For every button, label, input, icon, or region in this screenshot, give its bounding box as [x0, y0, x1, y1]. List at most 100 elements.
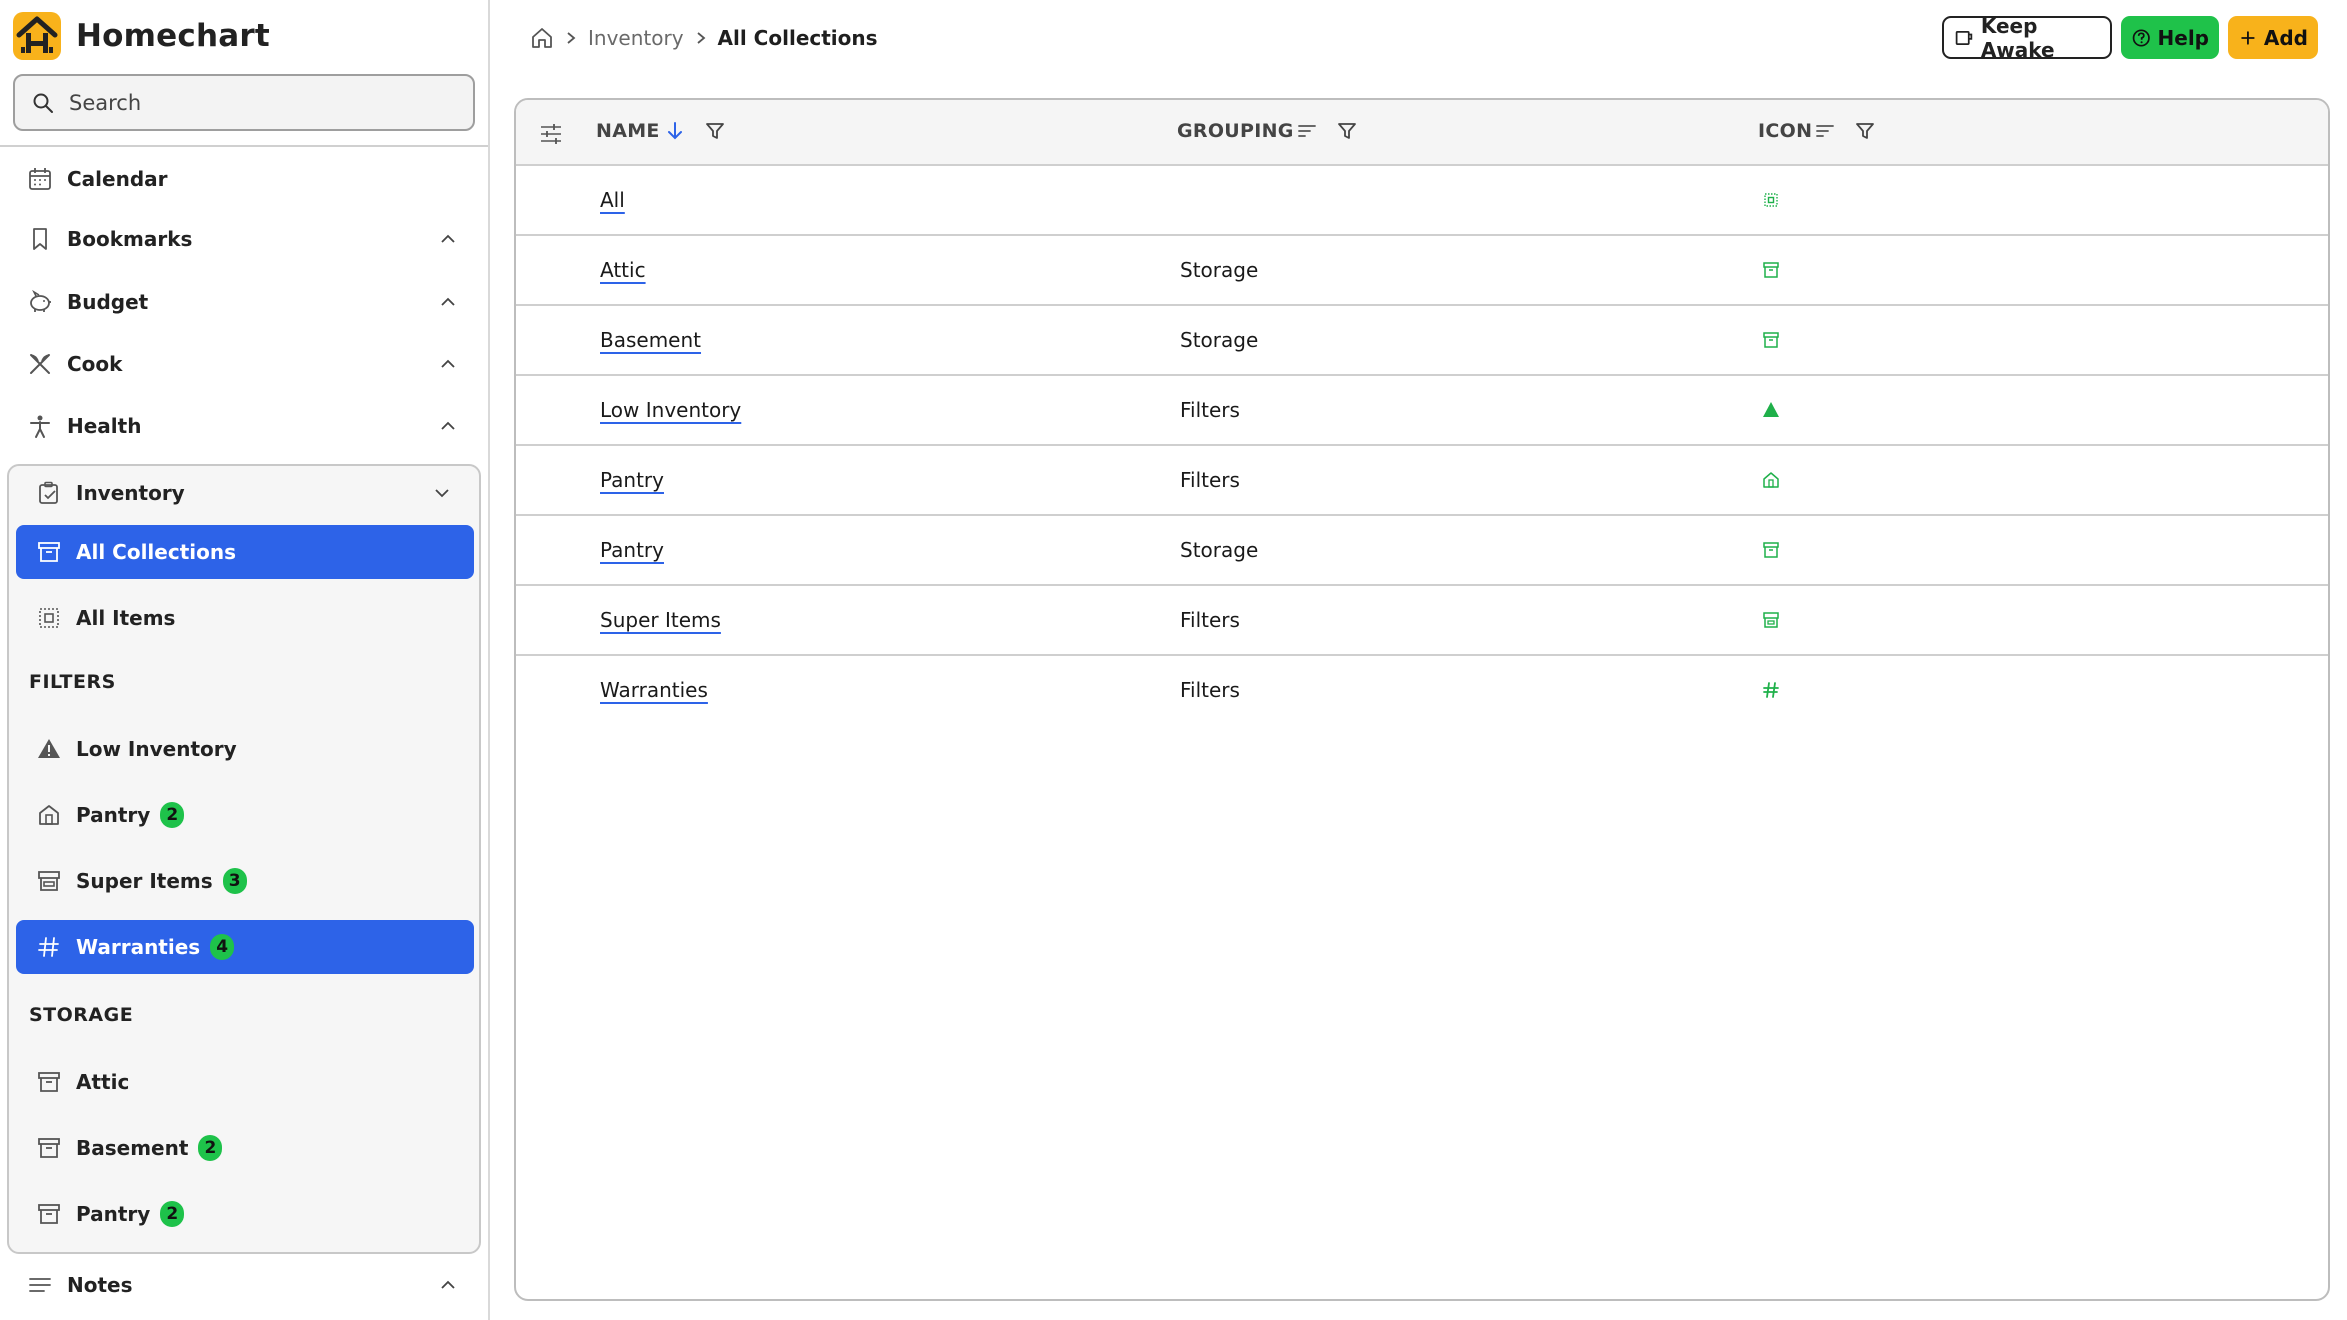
chevron-up-icon[interactable]: [438, 292, 458, 312]
sidebar-item-budget[interactable]: Budget: [0, 274, 488, 330]
sidebar-item-label: Notes: [67, 1273, 133, 1297]
count-badge: 4: [210, 934, 235, 960]
sidebar-item-label: Budget: [67, 290, 149, 314]
sidebar-item-label: All Collections: [76, 540, 236, 564]
collection-name-link[interactable]: Attic: [600, 258, 646, 282]
keep-awake-button[interactable]: Keep Awake: [1942, 13, 2112, 62]
help-circle-icon: [2132, 28, 2150, 47]
sidebar-item-label: All Items: [76, 606, 176, 630]
archive-icon: [36, 1135, 62, 1161]
table-row[interactable]: Super Items Filters: [516, 586, 2328, 656]
sidebar-item-label: Bookmarks: [67, 227, 193, 251]
column-label-grouping: GROUPING: [1177, 120, 1294, 142]
collection-name-link[interactable]: Basement: [600, 328, 701, 352]
sidebar-item-label: Pantry: [76, 803, 151, 827]
collection-name-link[interactable]: Low Inventory: [600, 398, 741, 422]
sidebar-item-label: Low Inventory: [76, 737, 237, 761]
archive-icon: [1763, 542, 1779, 558]
collection-grouping: Filters: [1180, 398, 1240, 422]
filter-icon[interactable]: [1336, 120, 1358, 142]
column-label-icon: ICON: [1758, 120, 1813, 142]
warning-icon: [36, 736, 62, 762]
brand[interactable]: Homechart: [12, 10, 270, 62]
table-row[interactable]: Warranties Filters: [516, 656, 2328, 726]
table-row[interactable]: Attic Storage: [516, 236, 2328, 306]
sidebar-item-notes[interactable]: Notes: [0, 1257, 488, 1313]
sidebar-item-cook[interactable]: Cook: [0, 336, 488, 392]
table-row[interactable]: All: [516, 166, 2328, 236]
app-title: Homechart: [76, 18, 270, 54]
help-button[interactable]: Help: [2121, 16, 2219, 59]
sidebar-item-calendar[interactable]: Calendar: [0, 151, 488, 207]
grid-icon: [36, 605, 62, 631]
column-header-icon[interactable]: ICON: [1758, 120, 1876, 142]
add-label: Add: [2263, 25, 2308, 50]
home-icon[interactable]: [530, 26, 554, 50]
storage-heading: STORAGE: [29, 1004, 134, 1026]
chevron-up-icon[interactable]: [438, 416, 458, 436]
inventory-panel: Inventory All Collections All Items FILT…: [7, 464, 481, 1254]
add-button[interactable]: Add: [2228, 16, 2318, 59]
sort-icon[interactable]: [1814, 120, 1836, 142]
count-badge: 2: [198, 1135, 223, 1161]
sidebar-item-label: Super Items: [76, 869, 213, 893]
search-box[interactable]: [13, 74, 475, 131]
collection-grouping: Storage: [1180, 538, 1259, 562]
sidebar-item-bookmarks[interactable]: Bookmarks: [0, 211, 488, 267]
count-badge: 2: [160, 1201, 185, 1227]
sidebar-item-attic[interactable]: Attic: [16, 1055, 474, 1109]
table-row[interactable]: Pantry Filters: [516, 446, 2328, 516]
collection-name-link[interactable]: Pantry: [600, 468, 664, 492]
collection-name-link[interactable]: All: [600, 188, 625, 212]
column-settings-icon[interactable]: [538, 121, 564, 147]
sidebar-item-basement[interactable]: Basement 2: [16, 1121, 474, 1175]
column-header-name[interactable]: NAME: [596, 120, 726, 142]
table-row[interactable]: Basement Storage: [516, 306, 2328, 376]
chevron-up-icon[interactable]: [438, 354, 458, 374]
table-row[interactable]: Low Inventory Filters: [516, 376, 2328, 446]
archive-icon: [1763, 262, 1779, 278]
chevron-up-icon[interactable]: [438, 1275, 458, 1295]
sort-icon[interactable]: [1296, 120, 1318, 142]
table-row[interactable]: Pantry Storage: [516, 516, 2328, 586]
sidebar-item-pantry-filter[interactable]: Pantry 2: [16, 788, 474, 842]
collection-name-link[interactable]: Warranties: [600, 678, 708, 702]
house-icon: [1763, 472, 1779, 488]
filter-icon[interactable]: [1854, 120, 1876, 142]
archive-icon: [36, 1069, 62, 1095]
coffee-cup-icon: [1955, 30, 1973, 45]
sidebar-item-all-collections[interactable]: All Collections: [16, 525, 474, 579]
chevron-down-icon[interactable]: [432, 483, 452, 503]
chevron-up-icon[interactable]: [438, 229, 458, 249]
sidebar-item-pantry-storage[interactable]: Pantry 2: [16, 1187, 474, 1241]
store-icon: [36, 868, 62, 894]
help-label: Help: [2157, 25, 2209, 50]
calendar-icon: [27, 166, 53, 192]
breadcrumb: Inventory All Collections: [530, 22, 878, 54]
sidebar-item-label: Pantry: [76, 1202, 151, 1226]
collection-name-link[interactable]: Pantry: [600, 538, 664, 562]
sort-descending-arrow-icon[interactable]: [664, 120, 686, 142]
keep-awake-label: Keep Awake: [1980, 13, 2055, 62]
filter-icon[interactable]: [704, 120, 726, 142]
archive-icon: [36, 1201, 62, 1227]
bookmark-icon: [27, 226, 53, 252]
sidebar-item-super-items[interactable]: Super Items 3: [16, 854, 474, 908]
sidebar-item-label: Warranties: [76, 935, 201, 959]
sidebar-item-all-items[interactable]: All Items: [16, 591, 474, 645]
search-input[interactable]: [69, 90, 449, 115]
sidebar-item-health[interactable]: Health: [0, 398, 488, 454]
grid-icon: [1764, 193, 1778, 207]
sidebar-item-label: Calendar: [67, 167, 168, 191]
sidebar-item-inventory[interactable]: Inventory: [16, 466, 474, 520]
column-header-grouping[interactable]: GROUPING: [1177, 120, 1358, 142]
sidebar-item-low-inventory[interactable]: Low Inventory: [16, 722, 474, 776]
collection-name-link[interactable]: Super Items: [600, 608, 721, 632]
filters-heading: FILTERS: [29, 671, 116, 693]
collection-grouping: Filters: [1180, 678, 1240, 702]
chevron-right-icon: [696, 32, 705, 44]
sidebar-item-warranties[interactable]: Warranties 4: [16, 920, 474, 974]
person-icon: [27, 413, 53, 439]
sidebar-item-label: Attic: [76, 1070, 130, 1094]
breadcrumb-inventory[interactable]: Inventory: [588, 26, 684, 50]
